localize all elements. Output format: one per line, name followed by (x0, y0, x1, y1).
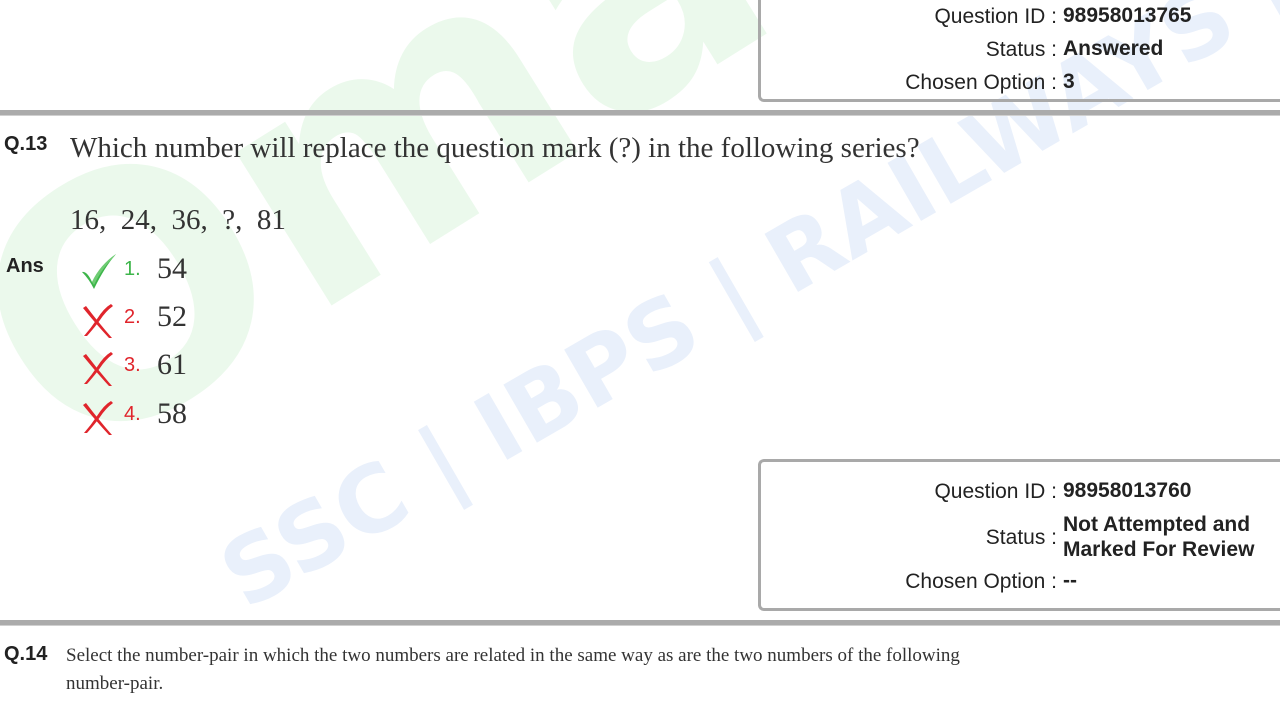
number-series: 16, 24, 36, ?, 81 (70, 204, 286, 236)
option-text: 52 (157, 300, 187, 333)
question-number: Q.13 (4, 133, 48, 155)
option-number: 2. (124, 306, 141, 328)
question-text: Which number will replace the question m… (70, 132, 920, 164)
question-id-label: Question ID : (934, 480, 1057, 503)
question-info-box: Question ID : 98958013760 Status : Not A… (758, 459, 1280, 611)
status-label: Status : (985, 526, 1057, 549)
section-divider (0, 620, 1280, 626)
question-id-value: 98958013760 (1063, 479, 1192, 502)
question-number: Q.14 (4, 643, 48, 665)
status-label: Status : (985, 38, 1057, 61)
question-id-value: 98958013765 (1063, 4, 1192, 27)
chosen-option-label: Chosen Option : (905, 71, 1057, 94)
wrong-cross-icon (83, 352, 113, 386)
option-text: 54 (157, 252, 187, 285)
answer-option: 3. 61 (78, 348, 208, 388)
prev-question-info-box: Question ID : 98958013765 Status : Answe… (758, 0, 1280, 102)
option-number: 3. (124, 354, 141, 376)
answer-label: Ans (6, 255, 44, 277)
answer-option: 4. 58 (78, 397, 208, 437)
chosen-option-label: Chosen Option : (905, 570, 1057, 593)
status-value-line2: Marked For Review (1063, 538, 1255, 561)
answer-option: 1. 54 (78, 252, 208, 292)
question-text-line2: number-pair. (66, 673, 164, 694)
option-number: 1. (124, 258, 141, 280)
question-id-label: Question ID : (934, 5, 1057, 28)
wrong-cross-icon (83, 401, 113, 435)
correct-check-icon (82, 254, 116, 289)
question-text-line1: Select the number-pair in which the two … (66, 645, 960, 666)
status-value: Answered (1063, 37, 1164, 60)
answer-option: 2. 52 (78, 300, 208, 340)
chosen-option-value: -- (1063, 569, 1077, 592)
section-divider (0, 110, 1280, 116)
status-value-line1: Not Attempted and (1063, 513, 1251, 536)
wrong-cross-icon (83, 304, 113, 338)
chosen-option-value: 3 (1063, 70, 1075, 93)
question-text: Select the number-pair in which the two … (66, 642, 960, 698)
option-text: 61 (157, 348, 187, 381)
option-text: 58 (157, 397, 187, 430)
option-number: 4. (124, 403, 141, 425)
